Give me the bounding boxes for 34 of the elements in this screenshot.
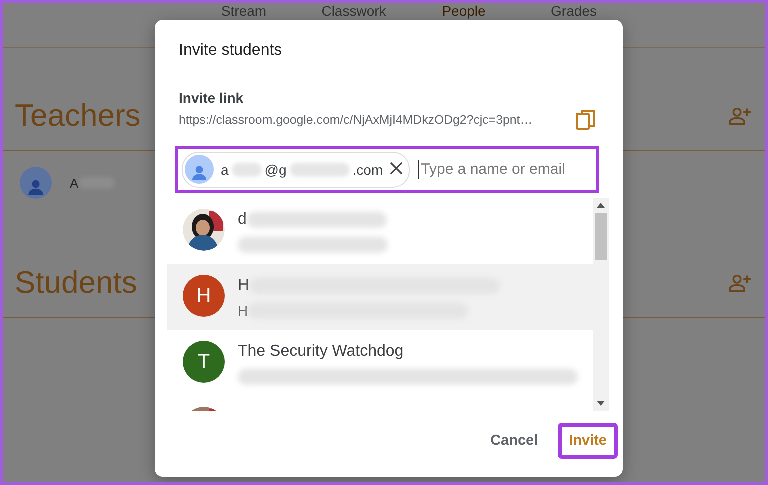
dialog-title: Invite students [179, 42, 284, 60]
section-heading: Students [15, 265, 138, 301]
scroll-up-icon[interactable] [597, 203, 605, 208]
scrollbar[interactable] [593, 198, 609, 411]
contact-name: The Security Watchdog [238, 343, 404, 361]
recipient-chip[interactable]: a @g .com [182, 152, 410, 188]
recipient-field[interactable]: a @g .com Type a name or email [175, 146, 599, 193]
suggestion-item[interactable]: H H H [167, 264, 593, 330]
invite-button[interactable]: Invite [558, 423, 618, 459]
email-text: @g [264, 162, 287, 178]
letter-avatar: H [183, 275, 225, 317]
section-heading: Teachers [15, 98, 141, 134]
avatar-icon [185, 155, 214, 184]
redaction-blur [290, 162, 350, 176]
email-text: a [221, 162, 229, 178]
cancel-button[interactable]: Cancel [478, 425, 550, 457]
tab[interactable]: Stream [189, 3, 299, 19]
copy-icon[interactable] [575, 108, 597, 132]
member-name: A [70, 176, 79, 190]
contact-name: d [238, 211, 247, 229]
tab[interactable]: Classwork [299, 3, 409, 19]
redaction-blur [232, 162, 262, 176]
add-person-icon[interactable] [728, 273, 752, 293]
contact-name: H [238, 277, 250, 295]
scroll-thumb[interactable] [595, 213, 607, 260]
contact-detail: H [238, 303, 248, 319]
letter-avatar: T [183, 341, 225, 383]
invite-link-label: Invite link [179, 90, 245, 106]
scroll-down-icon[interactable] [597, 401, 605, 406]
avatar-icon [20, 167, 52, 199]
email-text: .com [352, 162, 384, 178]
tab[interactable]: Grades [519, 3, 629, 19]
add-person-icon[interactable] [728, 106, 752, 126]
tab[interactable]: People [409, 3, 519, 19]
